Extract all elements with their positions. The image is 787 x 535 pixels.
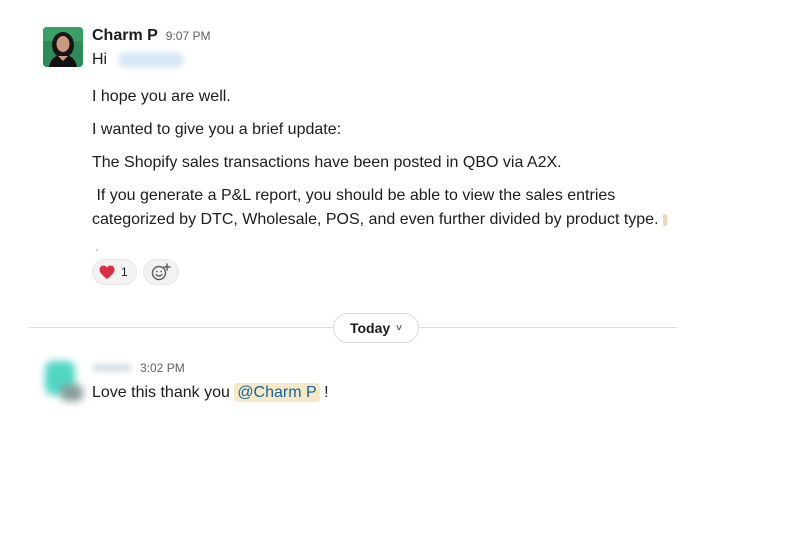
message-header: 3:02 PM — [92, 361, 185, 375]
redacted-name — [117, 51, 184, 68]
add-emoji-icon — [151, 263, 171, 281]
message-paragraph: The Shopify sales transactions have been… — [92, 154, 562, 171]
message-timestamp[interactable]: 9:07 PM — [166, 29, 211, 43]
reactions-bar: 1 — [92, 259, 179, 285]
date-divider-label: Today — [349, 320, 391, 336]
paragraph-text: categorized by DTC, Wholesale, POS, and … — [92, 211, 659, 228]
message-paragraph: I wanted to give you a brief update: — [92, 121, 342, 138]
greeting-line: Hi — [92, 49, 184, 71]
message-text-start: Love this thank you — [92, 384, 235, 401]
redacted-author-name — [92, 363, 132, 373]
avatar[interactable] — [43, 27, 83, 67]
add-reaction-button[interactable] — [142, 259, 179, 285]
message-paragraph: If you generate a P&L report, you should… — [92, 187, 616, 204]
chevron-down-icon: ˅ — [396, 322, 403, 334]
date-divider-button[interactable]: Today ˅ — [333, 313, 419, 343]
emoji-fragment — [662, 213, 667, 226]
heart-icon — [99, 265, 115, 279]
message-paragraph: I hope you are well. — [92, 88, 231, 105]
message-paragraph-continued: categorized by DTC, Wholesale, POS, and … — [92, 209, 667, 231]
user-mention[interactable]: @Charm P — [234, 383, 320, 402]
reaction-heart[interactable]: 1 — [92, 259, 137, 285]
message-header: Charm P 9:07 PM — [92, 27, 211, 47]
message-text: Love this thank you @Charm P ! — [92, 382, 329, 404]
avatar[interactable] — [45, 361, 87, 403]
message-text-end: ! — [319, 384, 329, 401]
profile-photo — [43, 27, 83, 67]
greeting-text: Hi — [92, 51, 108, 68]
decorative-dot — [96, 249, 98, 251]
message-timestamp[interactable]: 3:02 PM — [140, 361, 185, 375]
reaction-count: 1 — [121, 265, 128, 279]
author-name[interactable]: Charm P — [92, 27, 158, 45]
